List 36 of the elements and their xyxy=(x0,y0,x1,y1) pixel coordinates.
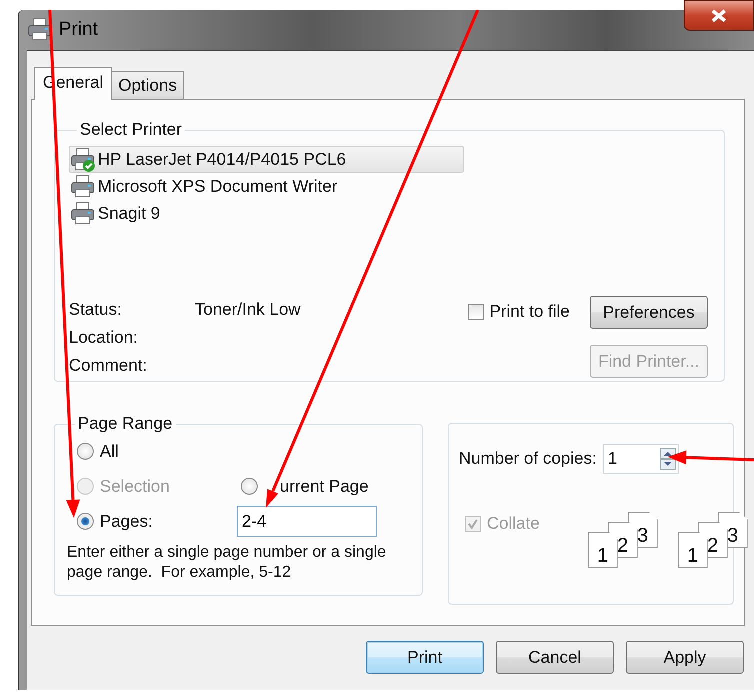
window-title: Print xyxy=(59,19,98,41)
printer-check-icon xyxy=(70,148,96,172)
preferences-button[interactable]: Preferences xyxy=(590,296,708,329)
field-label: Comment: xyxy=(69,356,148,376)
page-sheet: 1 xyxy=(678,532,708,568)
printer-item[interactable]: Snagit 9 xyxy=(69,200,464,227)
close-button[interactable] xyxy=(684,0,754,31)
checkbox-label: Print to file xyxy=(490,302,570,322)
printer-item[interactable]: Microsoft XPS Document Writer xyxy=(69,173,464,200)
radio-button[interactable] xyxy=(241,478,258,495)
dialog-button[interactable]: Print xyxy=(366,641,484,674)
dialog-button[interactable]: Cancel xyxy=(496,641,614,674)
radio-button[interactable] xyxy=(77,443,94,460)
checkbox[interactable] xyxy=(468,304,484,320)
close-icon xyxy=(710,8,728,22)
printer-icon xyxy=(70,202,96,226)
printer-item[interactable]: HP LaserJet P4014/P4015 PCL6 xyxy=(69,146,464,173)
radio-label: All xyxy=(100,442,119,462)
copies-label: Number of copies: xyxy=(459,449,597,469)
radio-label: Pages: xyxy=(100,512,153,532)
printer-icon xyxy=(70,174,96,198)
field-label: Status: xyxy=(69,300,123,320)
page-sheet: 1 xyxy=(588,532,618,568)
field-label: Location: xyxy=(69,328,139,348)
pages-input-field[interactable]: 2-4 xyxy=(237,506,377,537)
radio-button[interactable] xyxy=(77,513,94,530)
radio-label: Selection xyxy=(100,476,170,496)
field-value: Toner/Ink Low xyxy=(195,300,301,320)
radio-label: urrent Page xyxy=(280,476,369,496)
group-label: Select Printer xyxy=(79,120,184,140)
checkbox-label: Collate xyxy=(487,514,540,534)
dialog-button[interactable]: Apply xyxy=(626,641,744,674)
tab[interactable]: Options xyxy=(111,71,184,99)
copies-spinner[interactable]: 1 xyxy=(602,444,679,474)
group-label: Page Range xyxy=(77,414,174,434)
hint-text: Enter either a single page number or a single page range. For example, 5-12 xyxy=(67,543,388,583)
